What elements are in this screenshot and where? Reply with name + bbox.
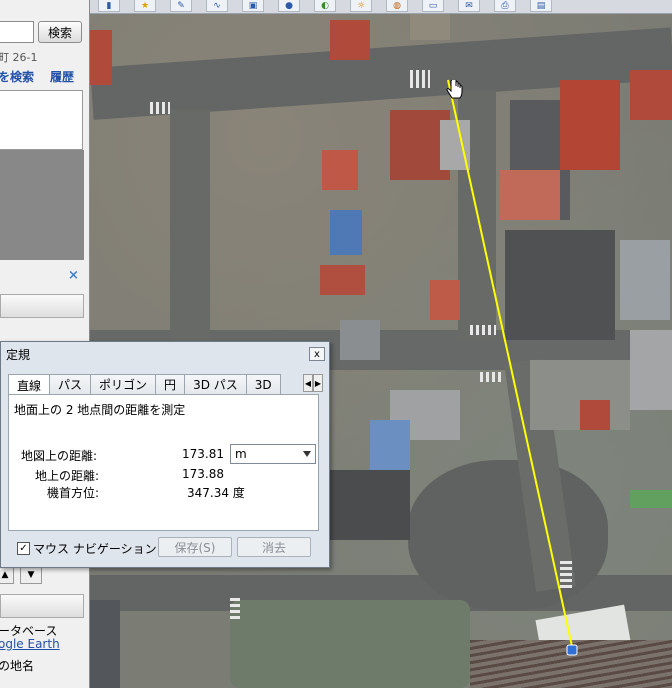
placemark-star-icon[interactable]: ★ <box>134 0 156 12</box>
history-link[interactable]: 履歴 <box>50 68 74 85</box>
tab-polygon[interactable]: ポリゴン <box>90 374 157 394</box>
ground-distance-label: 地上の距離: <box>35 469 100 483</box>
search-button[interactable]: 検索 <box>38 21 82 43</box>
view-in-maps-icon[interactable]: ▤ <box>530 0 552 12</box>
sunlight-icon[interactable]: ☼ <box>350 0 372 12</box>
layer-item-google-earth[interactable]: ogle Earth <box>0 637 60 651</box>
measure-line <box>447 79 574 652</box>
map-distance-value: 173.81 <box>182 447 224 461</box>
layer-item-place-names[interactable]: の地名 <box>0 657 34 674</box>
search-address-text: 町 26-1 <box>0 51 38 64</box>
map-distance-label: 地図上の距離: <box>21 449 98 463</box>
search-results-area <box>0 150 84 260</box>
places-panel-header[interactable] <box>0 294 84 318</box>
ruler-line-panel: 地面上の 2 地点間の距離を測定 地図上の距離: 173.81 m 地上の距離:… <box>8 394 319 531</box>
historical-imagery-icon[interactable]: ◐ <box>314 0 336 12</box>
search-results-box[interactable] <box>0 90 83 150</box>
dialog-close-button[interactable]: x <box>309 347 325 361</box>
image-overlay-icon[interactable]: ▣ <box>242 0 264 12</box>
save-button[interactable]: 保存(S) <box>158 537 232 557</box>
move-up-icon[interactable]: ▲ <box>0 566 14 584</box>
tab-path[interactable]: パス <box>49 374 92 394</box>
close-icon[interactable]: × <box>68 268 79 283</box>
main-toolbar: ▮ ★ ✎ ∿ ▣ ● ◐ ☼ ◍ ▭ ✉ ⎙ ▤ <box>90 0 672 14</box>
route-search-link[interactable]: を検索 <box>0 68 34 85</box>
email-icon[interactable]: ✉ <box>458 0 480 12</box>
chevron-down-icon <box>303 451 311 457</box>
mouse-navigation-option[interactable]: ✓ マウス ナビゲーション <box>17 540 157 557</box>
clear-button[interactable]: 消去 <box>237 537 311 557</box>
heading-label: 機首方位: <box>47 486 100 500</box>
unit-select-value: m <box>235 447 247 461</box>
layers-panel-header[interactable] <box>0 594 84 618</box>
path-icon[interactable]: ∿ <box>206 0 228 12</box>
heading-value: 347.34 度 <box>187 486 245 500</box>
ruler-dialog: 定規 x 直線 パス ポリゴン 円 3D パス 3D ◀ ▶ 地面上の 2 地点… <box>0 341 330 568</box>
tab-line[interactable]: 直線 <box>8 374 51 394</box>
tour-record-icon[interactable]: ● <box>278 0 300 12</box>
tab-circle[interactable]: 円 <box>155 374 186 394</box>
print-icon[interactable]: ⎙ <box>494 0 516 12</box>
measure-end-marker[interactable] <box>566 644 578 656</box>
tab-scroll-left-icon[interactable]: ◀ <box>303 374 313 392</box>
tab-scroll-right-icon[interactable]: ▶ <box>313 374 323 392</box>
mouse-navigation-label: マウス ナビゲーション <box>33 542 157 556</box>
ground-distance-value: 173.88 <box>182 467 224 481</box>
mouse-navigation-checkbox[interactable]: ✓ <box>17 542 30 555</box>
tab-3d-path[interactable]: 3D パス <box>184 374 247 394</box>
sidebar-toggle-icon[interactable]: ▮ <box>98 0 120 12</box>
ruler-description: 地面上の 2 地点間の距離を測定 <box>14 403 186 417</box>
unit-select[interactable]: m <box>230 444 316 464</box>
polygon-pencil-icon[interactable]: ✎ <box>170 0 192 12</box>
ruler-tabs: 直線 パス ポリゴン 円 3D パス 3D <box>8 374 313 394</box>
planet-switch-icon[interactable]: ◍ <box>386 0 408 12</box>
dialog-title: 定規 <box>6 348 31 362</box>
tab-3d-polygon[interactable]: 3D <box>245 374 281 394</box>
hand-cursor-icon <box>446 80 463 99</box>
move-down-icon[interactable]: ▼ <box>20 566 42 584</box>
search-input[interactable] <box>0 21 34 43</box>
ruler-icon[interactable]: ▭ <box>422 0 444 12</box>
